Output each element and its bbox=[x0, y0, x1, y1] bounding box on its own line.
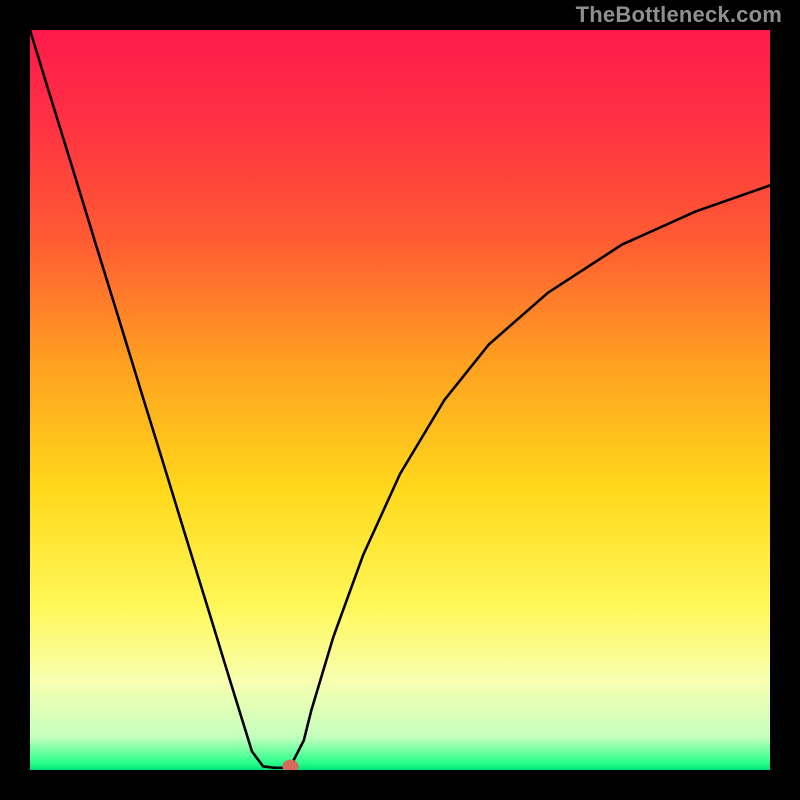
chart-background bbox=[30, 30, 770, 770]
bottleneck-chart bbox=[30, 30, 770, 770]
chart-frame: TheBottleneck.com bbox=[0, 0, 800, 800]
watermark-text: TheBottleneck.com bbox=[576, 2, 782, 28]
